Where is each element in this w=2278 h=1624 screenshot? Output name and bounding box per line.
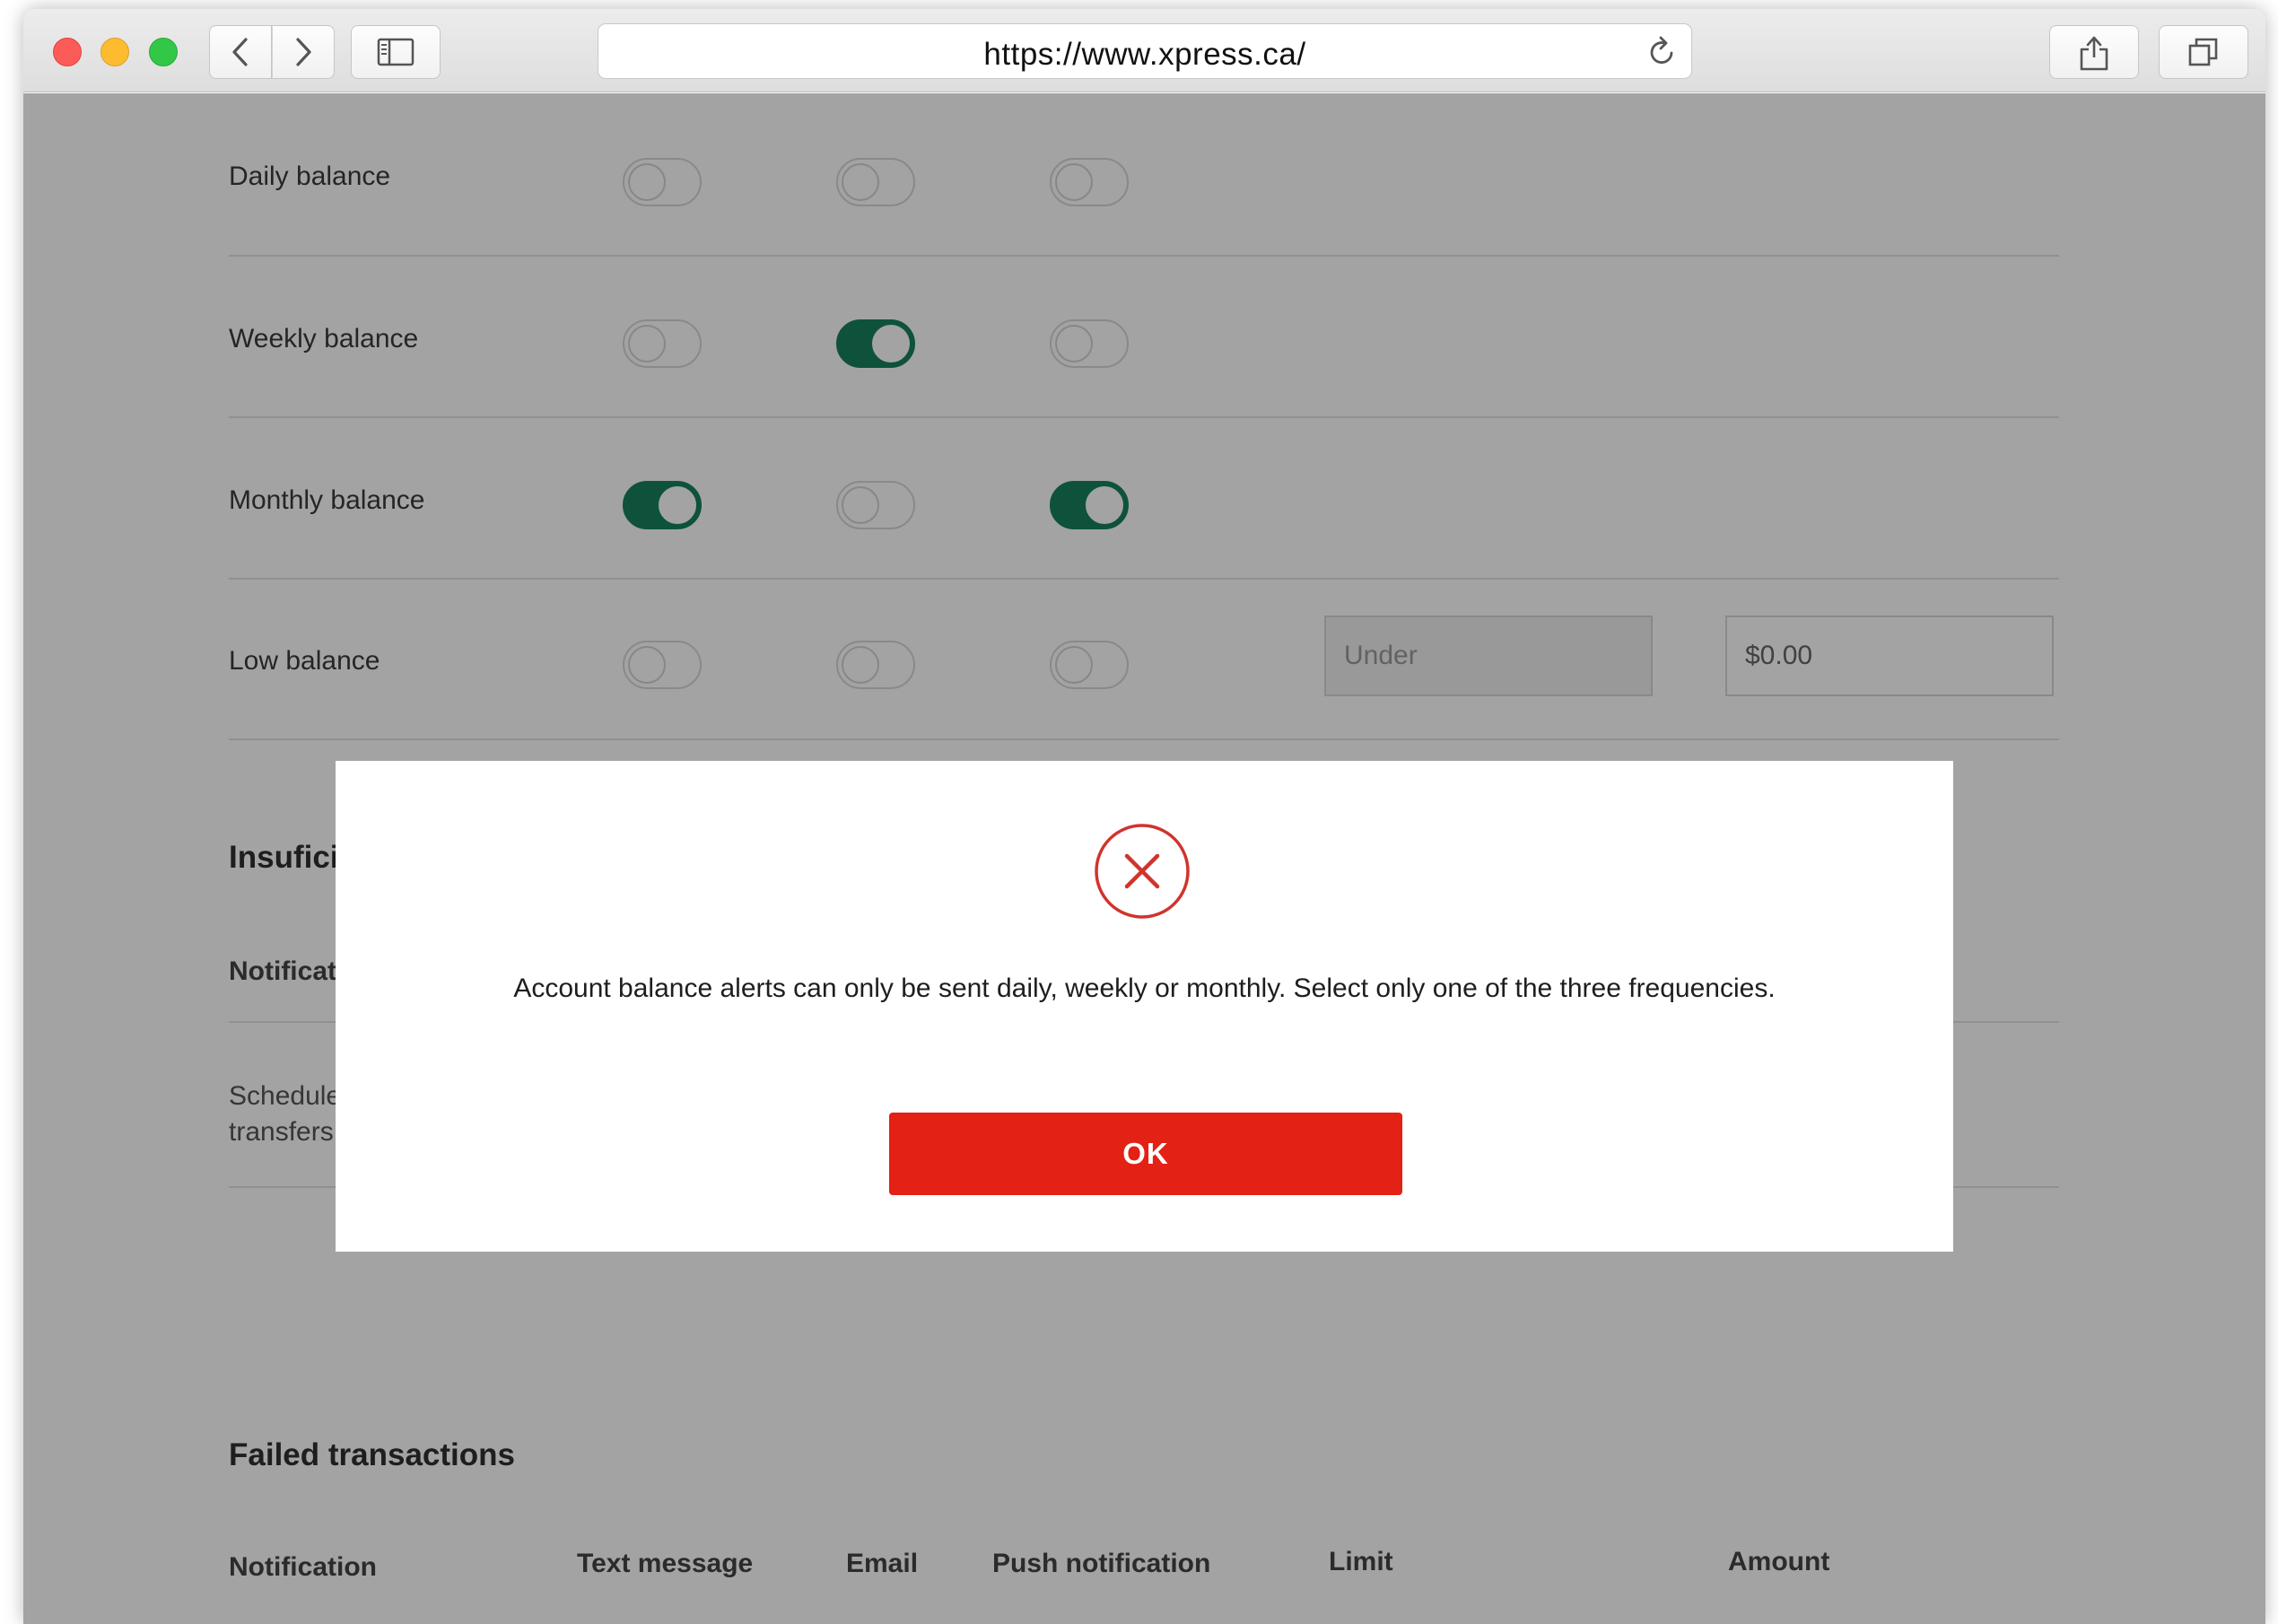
url-text[interactable]: https://www.xpress.ca/ [598,37,1691,73]
show-tabs-button[interactable] [2159,25,2248,79]
sidebar-toggle-button[interactable] [351,25,441,79]
share-icon [2080,36,2108,71]
ok-button[interactable]: OK [889,1113,1402,1195]
sidebar-icon [377,38,415,66]
browser-window: https://www.xpress.ca/ Daily balance Wee… [23,9,2265,1624]
back-button[interactable] [209,25,272,79]
minimize-window-button[interactable] [100,38,129,66]
forward-button[interactable] [272,25,335,79]
share-button[interactable] [2049,25,2139,79]
address-bar[interactable]: https://www.xpress.ca/ [598,23,1692,79]
browser-toolbar: https://www.xpress.ca/ [23,9,2265,92]
maximize-window-button[interactable] [149,38,178,66]
reload-icon[interactable] [1645,35,1679,69]
close-window-button[interactable] [53,38,82,66]
chevron-right-icon [296,38,311,66]
error-dialog: Account balance alerts can only be sent … [336,761,1953,1252]
tabs-icon [2188,38,2218,66]
chevron-left-icon [232,38,248,66]
error-x-circle-icon [1095,824,1190,919]
dialog-message: Account balance alerts can only be sent … [513,974,1776,1003]
